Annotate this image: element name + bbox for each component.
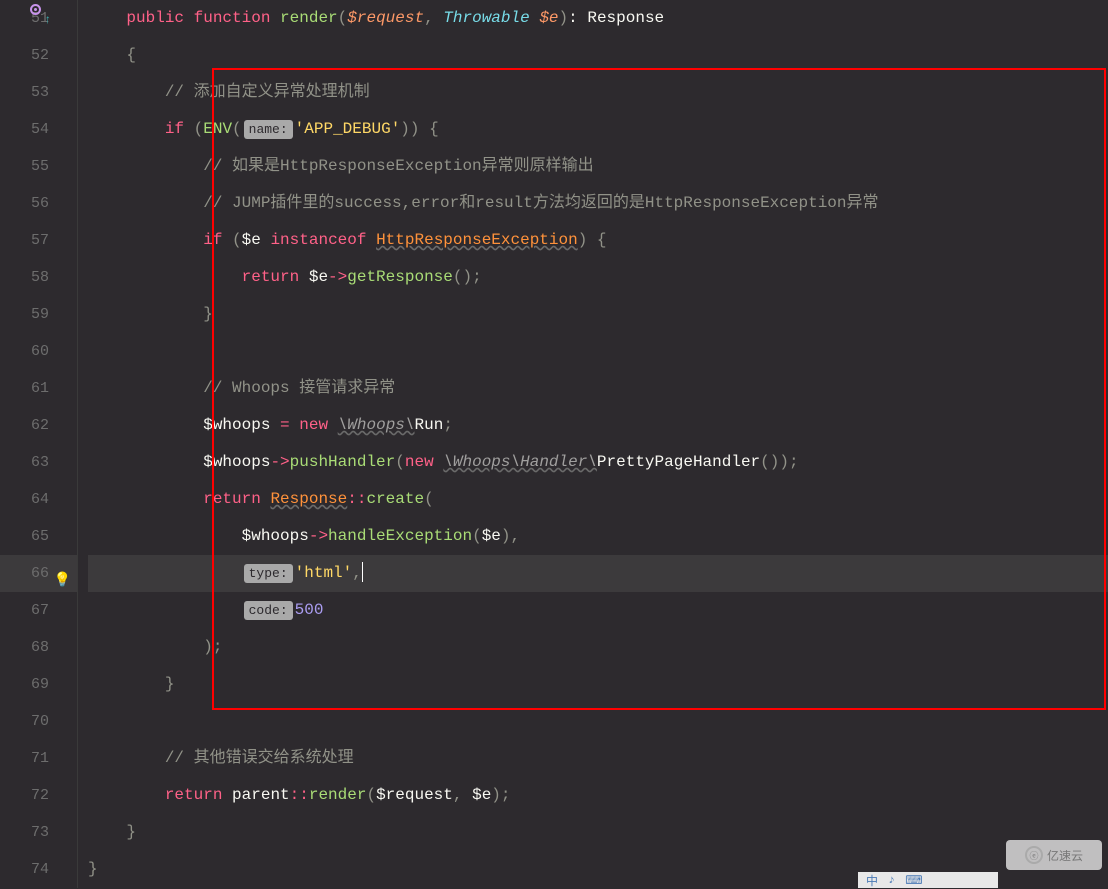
code-editor: 51 ↑ 52 53 54 55 56 57 58 59 60 61 62 63… [0,0,1108,888]
line-number: 52 [0,37,77,74]
line-number: 59 [0,296,77,333]
ime-icon: ♪ [888,873,895,887]
code-line[interactable]: // 添加自定义异常处理机制 [88,74,1108,111]
line-number: 60 [0,333,77,370]
code-line-active[interactable]: type:'html', [88,555,1108,592]
line-number: 73 [0,814,77,851]
code-line[interactable]: $whoops = new \Whoops\Run; [88,407,1108,444]
code-line[interactable]: } [88,296,1108,333]
line-number: 53 [0,74,77,111]
line-number: 69 [0,666,77,703]
nav-up-icon[interactable]: ↑ [44,2,51,39]
line-number: 54 [0,111,77,148]
line-number: 65 [0,518,77,555]
watermark-text: 亿速云 [1047,847,1083,864]
ime-statusbar[interactable]: 中 ♪ ⌨ [858,872,998,888]
line-number: 64 [0,481,77,518]
code-line[interactable]: return $e->getResponse(); [88,259,1108,296]
comment: // JUMP插件里的success,error和result方法均返回的是Ht… [203,194,878,212]
kw: function [194,9,271,27]
line-number: 72 [0,777,77,814]
param-hint: code: [244,601,293,620]
gutter: 51 ↑ 52 53 54 55 56 57 58 59 60 61 62 63… [0,0,78,888]
line-number: 70 [0,703,77,740]
code-line[interactable]: code:500 [88,592,1108,629]
line-number: 66💡 [0,555,77,592]
code-line[interactable]: // 其他错误交给系统处理 [88,740,1108,777]
text-cursor [362,562,363,582]
override-marker-icon[interactable] [30,4,41,15]
line-number: 57 [0,222,77,259]
line-number: 63 [0,444,77,481]
line-number: 55 [0,148,77,185]
line-number: 62 [0,407,77,444]
param-hint: type: [244,564,293,583]
code-line[interactable]: if ($e instanceof HttpResponseException)… [88,222,1108,259]
code-line[interactable]: return Response::create( [88,481,1108,518]
fn: render [280,9,338,27]
line-number: 51 ↑ [0,0,77,37]
line-number: 71 [0,740,77,777]
comment: // Whoops 接管请求异常 [203,379,395,397]
code-line[interactable]: ); [88,629,1108,666]
type: Throwable [443,9,529,27]
param: $request [347,9,424,27]
ns: \Whoops\Handler\ [443,453,597,471]
code-line[interactable]: { [88,37,1108,74]
code-line[interactable]: } [88,814,1108,851]
line-number: 67 [0,592,77,629]
comment: // 其他错误交给系统处理 [165,749,354,767]
line-number: 61 [0,370,77,407]
code-area[interactable]: public function render($request, Throwab… [78,0,1108,888]
code-line[interactable]: // Whoops 接管请求异常 [88,370,1108,407]
code-line[interactable]: } [88,666,1108,703]
ime-icon: ⌨ [905,873,922,888]
comment: // 添加自定义异常处理机制 [165,83,370,101]
line-number: 68 [0,629,77,666]
ns: \Whoops\ [338,416,415,434]
code-line[interactable]: if (ENV(name:'APP_DEBUG')) { [88,111,1108,148]
code-line[interactable]: // 如果是HttpResponseException异常则原样输出 [88,148,1108,185]
code-line[interactable]: $whoops->handleException($e), [88,518,1108,555]
line-number: 58 [0,259,77,296]
comment: // 如果是HttpResponseException异常则原样输出 [203,157,593,175]
kw: public [126,9,184,27]
code-line[interactable]: return parent::render($request, $e); [88,777,1108,814]
code-line[interactable]: public function render($request, Throwab… [88,0,1108,37]
param-hint: name: [244,120,293,139]
code-line[interactable] [88,333,1108,370]
ime-icon: 中 [866,872,878,889]
class-ref[interactable]: Response [270,490,347,508]
code-line[interactable] [88,703,1108,740]
line-number: 56 [0,185,77,222]
class-ref[interactable]: HttpResponseException [376,231,578,249]
code-line[interactable]: // JUMP插件里的success,error和result方法均返回的是Ht… [88,185,1108,222]
param: $e [539,9,558,27]
watermark: ⓔ 亿速云 [1006,840,1102,870]
watermark-logo-icon: ⓔ [1025,846,1043,864]
line-number: 74 [0,851,77,888]
code-line[interactable]: $whoops->pushHandler(new \Whoops\Handler… [88,444,1108,481]
